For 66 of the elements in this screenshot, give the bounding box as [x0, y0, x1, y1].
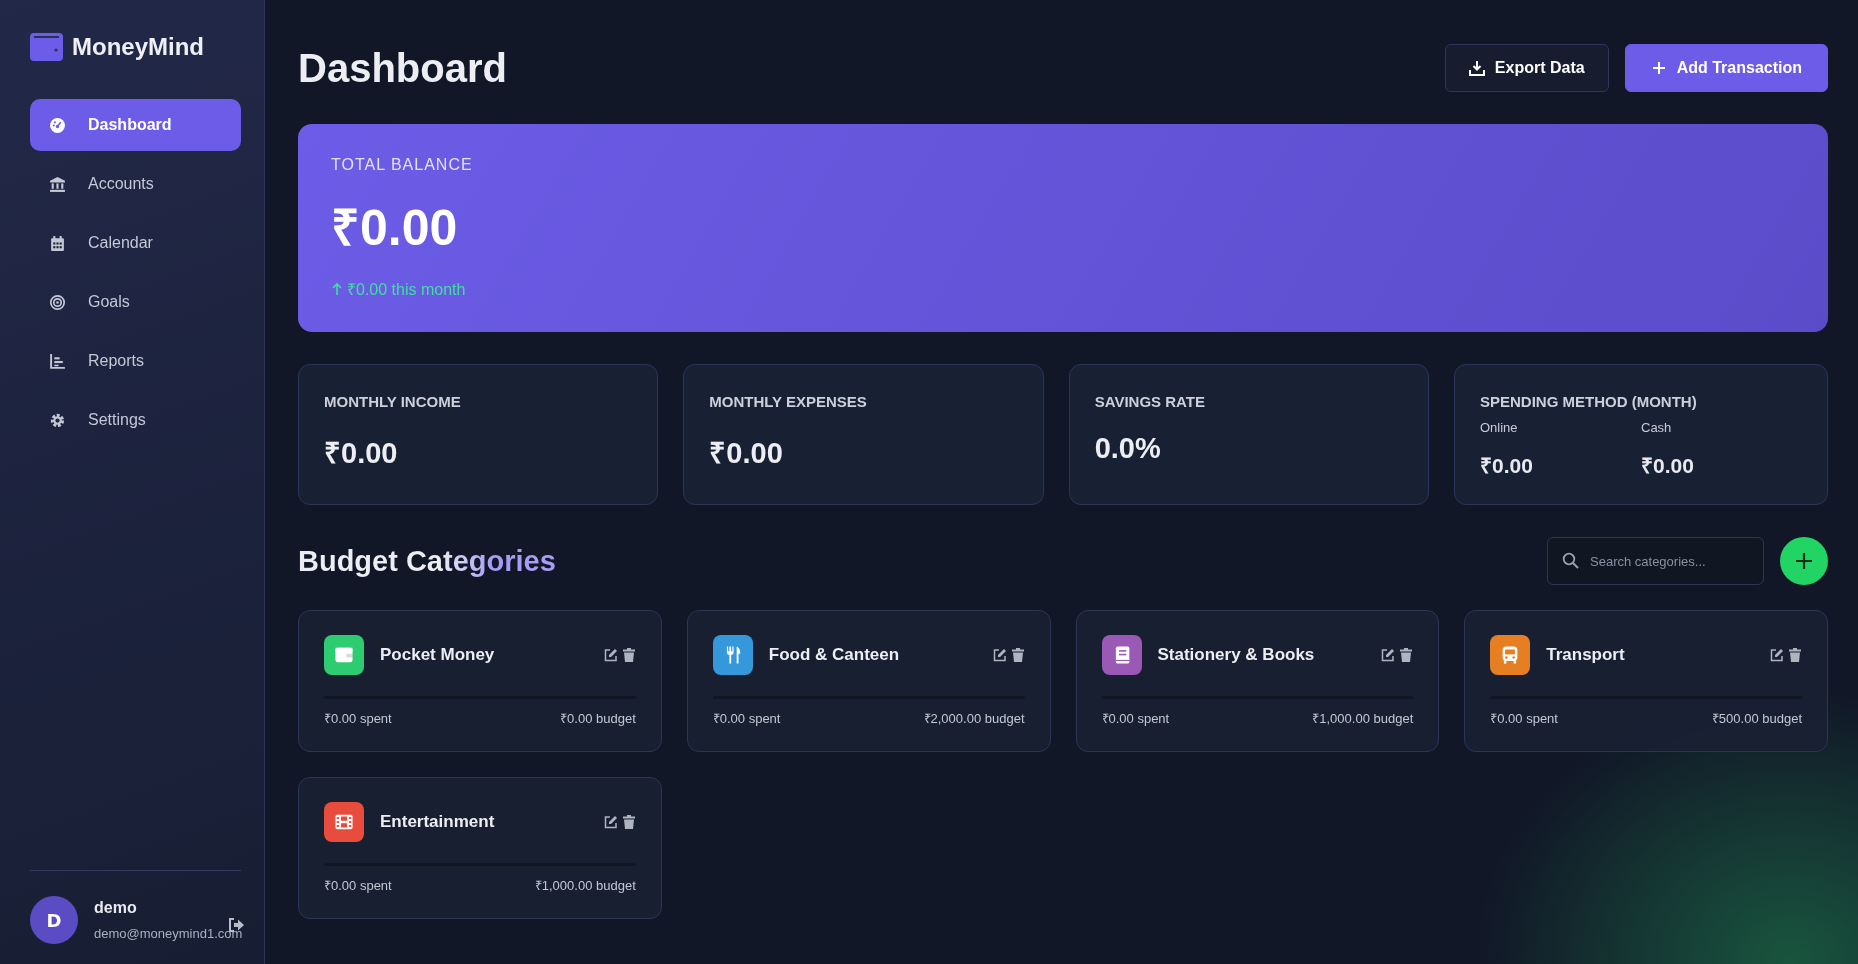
nav-item[interactable]: Accounts: [30, 158, 241, 210]
category-name: Stationery & Books: [1157, 645, 1316, 665]
nav-item[interactable]: Settings: [30, 394, 241, 446]
stat-value: 0.0%: [1094, 432, 1162, 465]
search-icon: [1562, 552, 1579, 569]
method-label: Online: [1480, 420, 1519, 435]
delete-icon[interactable]: [1788, 648, 1802, 662]
user-name: demo: [94, 899, 138, 917]
page-title: Dashboard: [298, 45, 508, 91]
target-icon: [49, 293, 66, 311]
add-category-button[interactable]: [1780, 537, 1828, 585]
download-icon: [1468, 60, 1485, 76]
balance-label: TOTAL BALANCE: [331, 156, 474, 174]
method-value: ₹0.00: [1480, 453, 1534, 479]
delete-icon[interactable]: [621, 648, 636, 662]
spent-amount: ₹0.00 spent: [324, 877, 392, 894]
budget-amount: ₹1,000.00 budget: [1312, 710, 1414, 727]
nav-item[interactable]: Goals: [30, 276, 241, 328]
app-name: MoneyMind: [72, 33, 204, 61]
stat-label: SPENDING METHOD (MONTH): [1480, 393, 1698, 410]
delete-icon[interactable]: [1399, 648, 1414, 662]
plus-icon: [1794, 551, 1814, 571]
bank-icon: [49, 175, 66, 193]
plus-icon: [1650, 60, 1667, 76]
bar-chart-icon: [49, 352, 66, 370]
method-value: ₹0.00: [1641, 453, 1695, 479]
stat-value: ₹0.00: [709, 436, 784, 471]
user-email: demo@moneymind1.com: [94, 926, 243, 941]
edit-icon[interactable]: [1381, 648, 1396, 662]
edit-icon[interactable]: [1770, 648, 1784, 662]
spent-amount: ₹0.00 spent: [712, 710, 781, 727]
category-name: Transport: [1546, 645, 1626, 665]
dashboard-icon: [49, 116, 66, 134]
stat-label: MONTHLY INCOME: [324, 393, 462, 410]
wallet-logo-icon: [30, 33, 63, 61]
nav-item[interactable]: Dashboard: [30, 99, 241, 151]
calendar-icon: [49, 234, 66, 252]
delete-icon[interactable]: [1010, 648, 1025, 662]
edit-icon[interactable]: [603, 648, 618, 662]
nav-item[interactable]: Reports: [30, 335, 241, 387]
budget-amount: ₹2,000.00 budget: [923, 710, 1025, 727]
search-field[interactable]: Search categories...: [1547, 537, 1764, 585]
stat-label: SAVINGS RATE: [1094, 393, 1206, 410]
export-button[interactable]: Export Data: [1444, 44, 1609, 92]
edit-icon[interactable]: [992, 648, 1007, 662]
edit-icon[interactable]: [603, 815, 618, 829]
user-avatar: D: [30, 896, 78, 944]
budget-amount: ₹500.00 budget: [1711, 710, 1802, 727]
method-label: Cash: [1641, 420, 1673, 435]
spent-amount: ₹0.00 spent: [1101, 710, 1170, 727]
nav-item[interactable]: Calendar: [30, 217, 241, 269]
stat-value: ₹0.00: [324, 436, 399, 471]
delete-icon[interactable]: [621, 815, 636, 829]
category-name: Entertainment: [380, 812, 496, 832]
stat-label: MONTHLY EXPENSES: [709, 393, 868, 410]
budget-amount: ₹1,000.00 budget: [534, 877, 636, 894]
balance-amount: ₹0.00: [331, 199, 459, 258]
budget-amount: ₹0.00 budget: [560, 710, 636, 727]
category-name: Food & Canteen: [768, 645, 901, 665]
category-name: Pocket Money: [380, 645, 496, 665]
add-transaction-button[interactable]: Add Transaction: [1624, 44, 1828, 92]
arrow-up-icon: [331, 282, 343, 296]
spent-amount: ₹0.00 spent: [1490, 710, 1558, 727]
spent-amount: ₹0.00 spent: [324, 710, 392, 727]
settings-icon: [49, 411, 66, 429]
balance-change: ₹0.00 this month: [347, 280, 466, 300]
